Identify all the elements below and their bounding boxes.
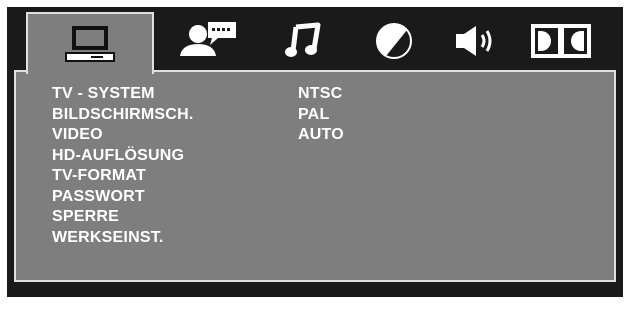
option-pal[interactable]: PAL	[298, 105, 344, 126]
menu-item-tv-format[interactable]: TV-FORMAT	[52, 166, 193, 187]
menu-item-lock[interactable]: SPERRE	[52, 207, 193, 228]
menu-item-password[interactable]: PASSWORT	[52, 187, 193, 208]
menu-item-hd-resolution[interactable]: HD-AUFLÖSUNG	[52, 146, 193, 167]
tab-dolby[interactable]	[524, 12, 598, 70]
dolby-icon	[531, 24, 591, 58]
music-note-icon	[284, 22, 320, 57]
speaker-icon	[456, 26, 492, 56]
menu-item-tv-system[interactable]: TV - SYSTEM	[52, 84, 193, 105]
tab-bar	[14, 12, 616, 74]
user-speech-icon	[180, 22, 236, 56]
tab-speaker[interactable]	[442, 12, 514, 70]
tab-audio[interactable]	[266, 12, 341, 70]
menu-item-factory-reset[interactable]: WERKSEINST.	[52, 228, 193, 249]
settings-list: TV - SYSTEM BILDSCHIRMSCH. VIDEO HD-AUFL…	[52, 84, 193, 248]
tab-system-setup[interactable]	[26, 12, 154, 74]
brightness-icon	[376, 23, 412, 59]
menu-item-screensaver[interactable]: BILDSCHIRMSCH.	[52, 105, 193, 126]
menu-item-video[interactable]: VIDEO	[52, 125, 193, 146]
option-list: NTSC PAL AUTO	[298, 84, 344, 146]
option-auto[interactable]: AUTO	[298, 125, 344, 146]
tab-video[interactable]	[359, 12, 429, 70]
tv-icon	[65, 26, 115, 62]
tab-language[interactable]	[159, 12, 259, 70]
option-ntsc[interactable]: NTSC	[298, 84, 344, 105]
